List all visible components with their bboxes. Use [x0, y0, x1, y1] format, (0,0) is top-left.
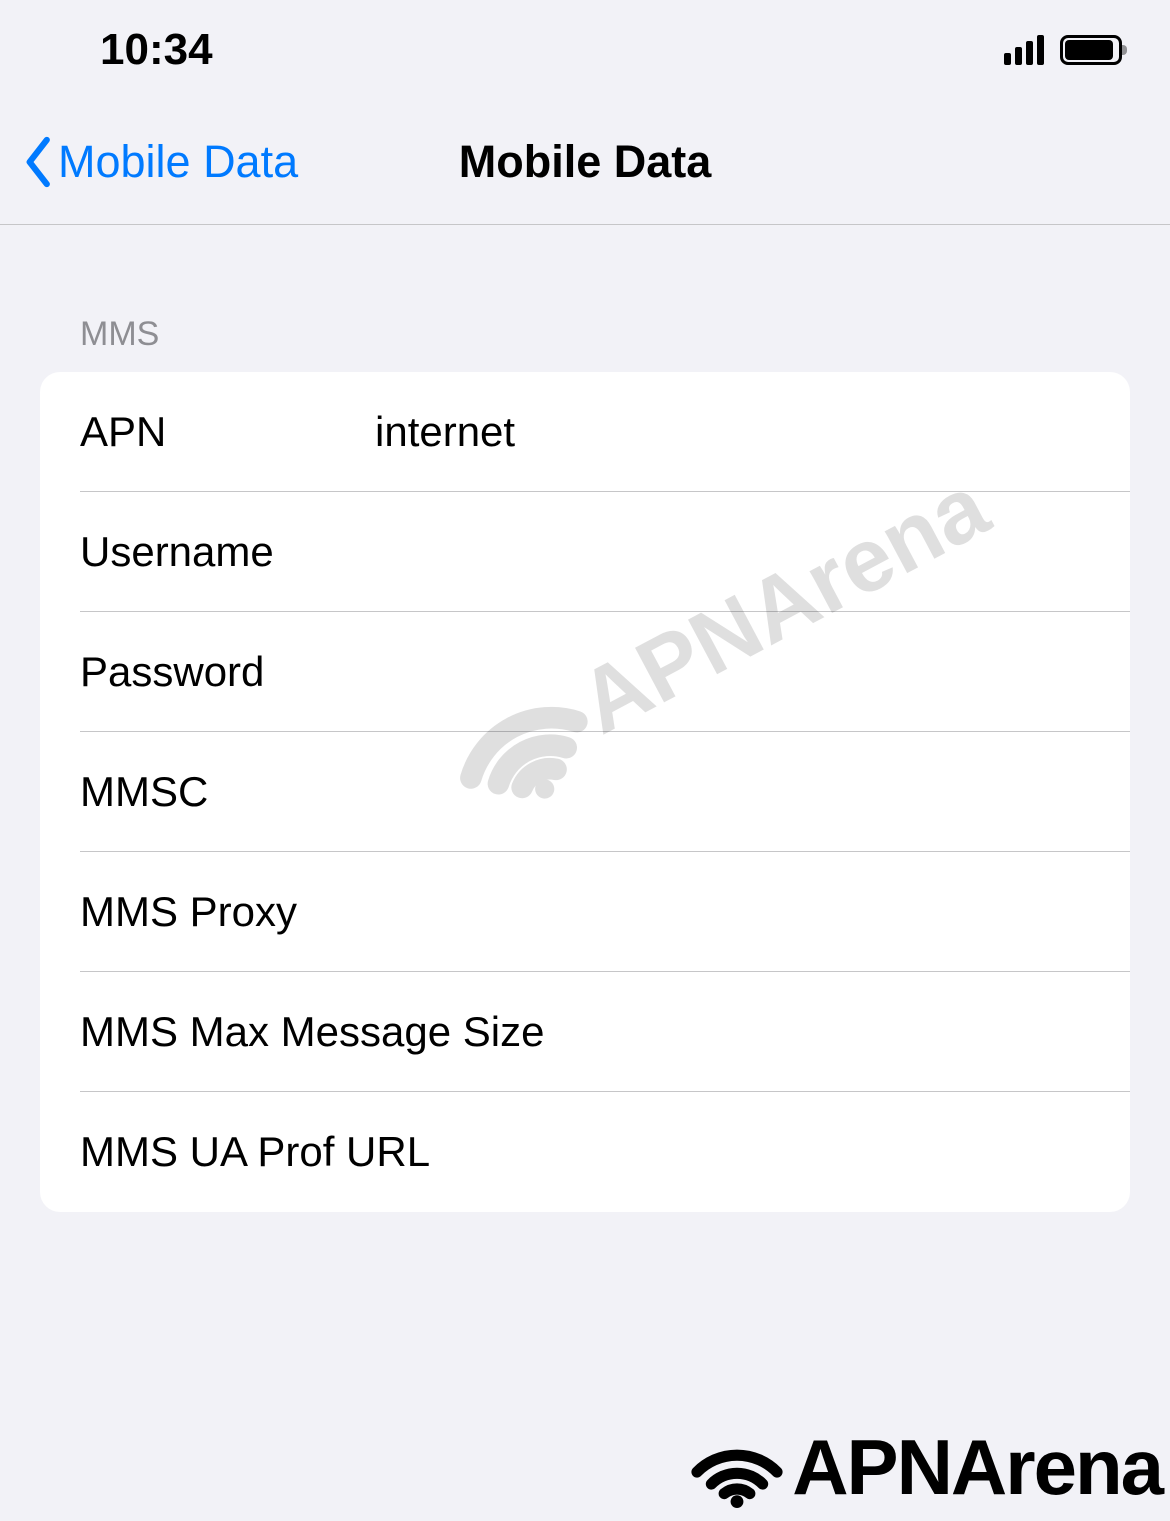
content-area: MMS APN internet Username Password MMSC …: [0, 225, 1170, 1212]
apn-row[interactable]: APN internet: [40, 372, 1130, 492]
back-button-label: Mobile Data: [58, 136, 298, 188]
status-icons: [1004, 35, 1122, 65]
watermark-bottom: APNArena: [682, 1422, 1162, 1513]
username-label: Username: [80, 528, 375, 576]
navigation-bar: Mobile Data Mobile Data: [0, 100, 1170, 225]
password-label: Password: [80, 648, 375, 696]
apn-value: internet: [375, 408, 515, 456]
status-time: 10:34: [100, 25, 213, 75]
password-row[interactable]: Password: [40, 612, 1130, 732]
section-header-mms: MMS: [40, 315, 1130, 372]
mms-settings-group: APN internet Username Password MMSC MMS …: [40, 372, 1130, 1212]
back-button[interactable]: Mobile Data: [20, 135, 298, 189]
cellular-signal-icon: [1004, 35, 1044, 65]
wifi-icon: [682, 1428, 792, 1508]
username-row[interactable]: Username: [40, 492, 1130, 612]
page-title: Mobile Data: [459, 136, 712, 188]
mms-ua-prof-row[interactable]: MMS UA Prof URL: [40, 1092, 1130, 1212]
mms-max-size-label: MMS Max Message Size: [80, 1008, 544, 1056]
mms-proxy-row[interactable]: MMS Proxy: [40, 852, 1130, 972]
mmsc-label: MMSC: [80, 768, 375, 816]
battery-icon: [1060, 35, 1122, 65]
apn-label: APN: [80, 408, 375, 456]
status-bar: 10:34: [0, 0, 1170, 100]
mmsc-row[interactable]: MMSC: [40, 732, 1130, 852]
watermark-bottom-text: APNArena: [792, 1422, 1162, 1513]
mms-proxy-label: MMS Proxy: [80, 888, 375, 936]
chevron-left-icon: [20, 135, 54, 189]
mms-ua-prof-label: MMS UA Prof URL: [80, 1128, 430, 1176]
mms-max-size-row[interactable]: MMS Max Message Size: [40, 972, 1130, 1092]
